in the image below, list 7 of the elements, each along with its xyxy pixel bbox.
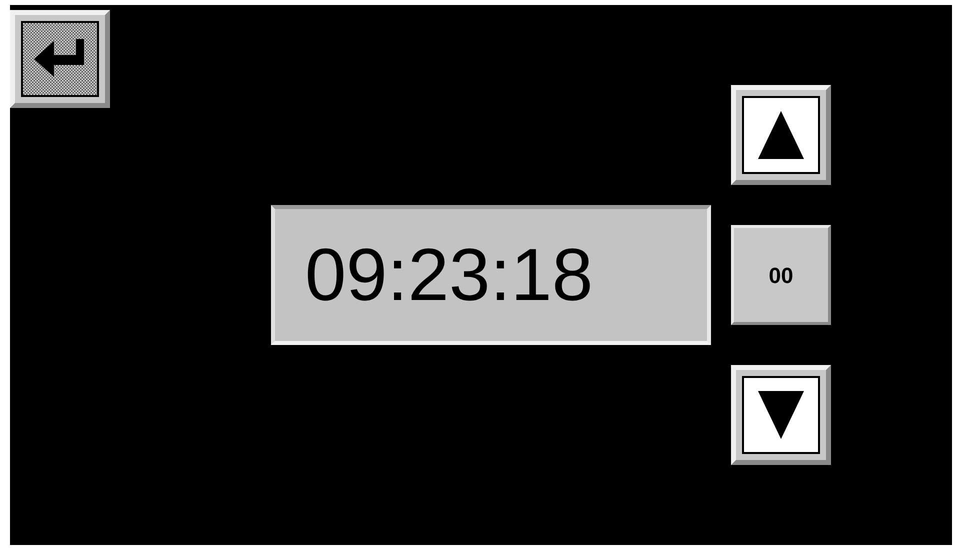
back-button[interactable] bbox=[10, 10, 110, 108]
up-triangle-icon bbox=[758, 111, 804, 159]
decrement-button[interactable] bbox=[731, 365, 831, 465]
reset-button[interactable]: 00 bbox=[731, 225, 831, 325]
time-display: 09:23:18 bbox=[271, 205, 711, 345]
increment-button[interactable] bbox=[731, 85, 831, 185]
down-triangle-icon bbox=[758, 391, 804, 439]
